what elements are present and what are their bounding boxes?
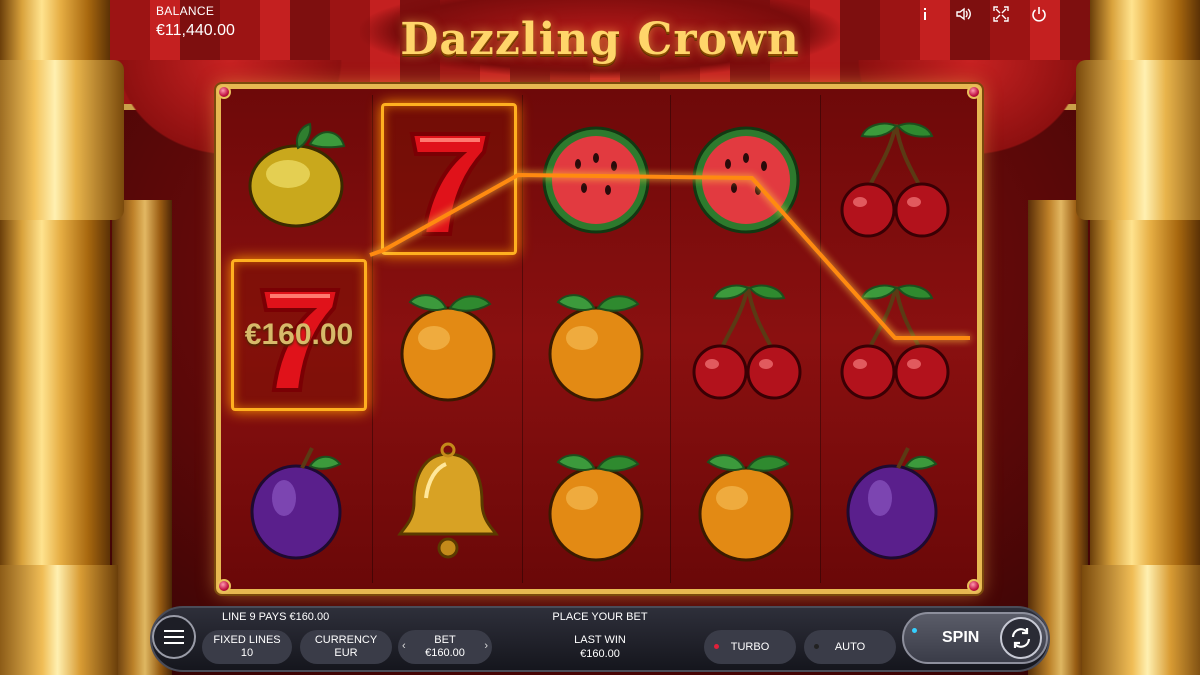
auto-label: AUTO <box>834 640 866 653</box>
symbol-seven-winning <box>381 103 517 255</box>
auto-indicator-icon <box>814 644 819 649</box>
inner-pillar-right <box>1028 200 1088 675</box>
symbol-watermelon <box>679 103 815 255</box>
spin-label: SPIN <box>942 629 980 646</box>
status-message: PLACE YOUR BET <box>552 611 648 623</box>
last-win-label: LAST WIN <box>574 634 626 646</box>
spin-button[interactable]: SPIN <box>902 612 1048 664</box>
bet-selector[interactable]: ‹ BET €160.00 › <box>398 630 492 664</box>
fixed-lines-display: FIXED LINES 10 <box>202 630 292 664</box>
fixed-lines-value: 10 <box>240 647 254 659</box>
balance-label: BALANCE <box>156 4 215 18</box>
symbol-orange <box>529 265 665 417</box>
reel-4 <box>673 95 821 583</box>
power-icon[interactable] <box>1028 4 1050 24</box>
fullscreen-icon[interactable] <box>990 4 1012 24</box>
balance-display: BALANCE €11,440.00 <box>156 4 235 40</box>
bet-increase-icon[interactable]: › <box>484 640 488 653</box>
bet-decrease-icon[interactable]: ‹ <box>402 640 406 653</box>
reel-2 <box>375 95 523 583</box>
hamburger-icon <box>164 630 184 644</box>
symbol-lemon <box>231 103 367 255</box>
currency-label: CURRENCY <box>314 634 378 646</box>
symbol-seven-winning: €160.00 <box>231 259 367 411</box>
reel-5 <box>821 95 969 583</box>
bet-label: BET <box>434 634 456 646</box>
bet-value: €160.00 <box>425 647 465 659</box>
symbol-cherry <box>827 265 963 417</box>
pillar-left <box>0 0 124 675</box>
symbol-orange <box>679 425 815 577</box>
currency-value: EUR <box>334 647 358 659</box>
symbol-orange <box>529 425 665 577</box>
turbo-indicator-icon <box>714 644 719 649</box>
sound-icon[interactable] <box>952 4 974 24</box>
symbol-plum <box>827 425 963 577</box>
game-title: Dazzling Crown <box>400 13 800 65</box>
symbol-cherry <box>679 265 815 417</box>
spin-arrows-icon[interactable] <box>1000 617 1042 659</box>
reel-1: €160.00 <box>225 95 373 583</box>
reel-3 <box>523 95 671 583</box>
auto-toggle[interactable]: AUTO <box>804 630 896 664</box>
symbol-orange <box>381 265 517 417</box>
last-win-value: €160.00 <box>580 648 620 660</box>
symbol-cherry <box>827 103 963 255</box>
spin-indicator-icon <box>912 628 917 633</box>
last-win-display: LAST WIN €160.00 <box>560 633 640 661</box>
line-pays-info: LINE 9 PAYS €160.00 <box>222 611 330 623</box>
game-logo: Dazzling Crown <box>360 0 840 78</box>
menu-button[interactable] <box>152 615 196 659</box>
balance-value: €11,440.00 <box>156 22 235 39</box>
turbo-label: TURBO <box>730 640 770 653</box>
inner-pillar-left <box>112 200 172 675</box>
reels-frame: €160.00 <box>216 84 982 594</box>
symbol-bell <box>381 425 517 577</box>
fixed-lines-label: FIXED LINES <box>213 634 281 646</box>
info-icon[interactable] <box>914 4 936 24</box>
turbo-toggle[interactable]: TURBO <box>704 630 796 664</box>
pillar-right <box>1076 0 1200 675</box>
symbol-plum <box>231 425 367 577</box>
win-amount-label: €160.00 <box>244 318 354 351</box>
top-toolbar <box>914 4 1050 24</box>
currency-display[interactable]: CURRENCY EUR <box>300 630 392 664</box>
symbol-watermelon <box>529 103 665 255</box>
